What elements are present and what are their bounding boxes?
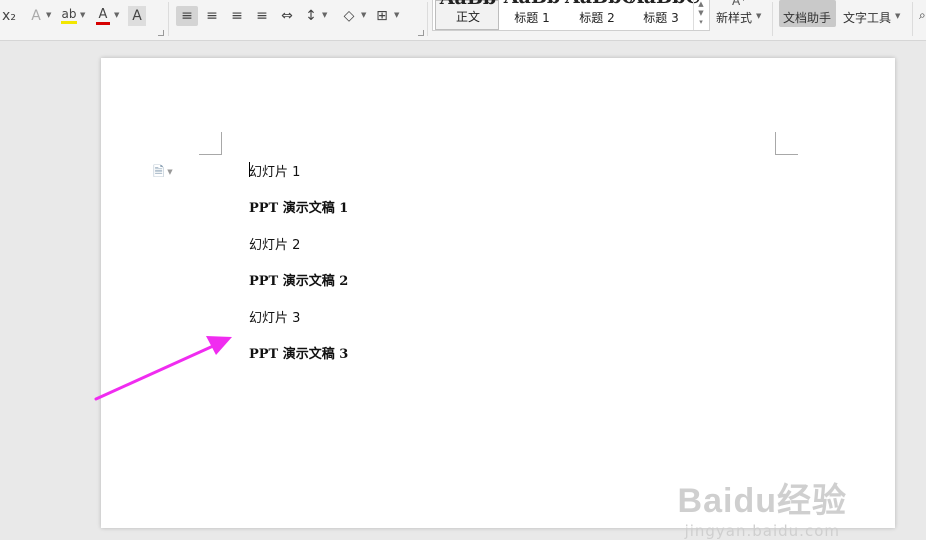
margin-corner-mark (199, 132, 222, 155)
new-style-label: 新样式 (716, 11, 753, 25)
borders-icon[interactable]: ⊞ (373, 6, 391, 26)
watermark-url: jingyan.baidu.com (684, 522, 840, 540)
distributed-align-icon[interactable]: ⇔ (277, 6, 297, 26)
doc-assistant-button[interactable]: 文档助手 (779, 0, 836, 27)
slide-content-line[interactable]: PPT 演示文稿 3 (249, 343, 348, 362)
style-label: 正文 (455, 10, 480, 24)
new-style-icon: A⁺ (732, 0, 747, 8)
style-heading-2[interactable]: AaBbC 标题 2 (565, 0, 637, 30)
align-left-icon[interactable]: ≡ (176, 6, 198, 26)
document-icon: 🗎 (153, 164, 165, 180)
justify-icon[interactable]: ≡ (252, 6, 272, 26)
slide-content-line[interactable]: PPT 演示文稿 2 (249, 270, 348, 289)
group-separator (912, 2, 913, 36)
chevron-up-icon[interactable]: ▲ (694, 0, 708, 9)
text-effects-icon[interactable]: A (28, 6, 44, 26)
chevron-down-icon[interactable]: ▼ (361, 12, 366, 19)
font-color-bar (96, 21, 110, 25)
styles-gallery: AaBb 正文 AaBb 标题 1 AaBbC 标题 2 AaBbC 标题 3 … (432, 0, 710, 31)
paragraph-group-expand-icon[interactable] (418, 30, 424, 36)
style-label: 标题 1 (514, 11, 550, 25)
line-spacing-icon[interactable]: ↕ (302, 6, 320, 26)
highlight-color-bar (61, 21, 77, 24)
slide-title-line[interactable]: 幻灯片 3 (249, 307, 300, 326)
font-group-expand-icon[interactable] (158, 30, 164, 36)
paragraph-handle[interactable]: 🗎 ▼ (153, 161, 173, 185)
watermark-logo: Baidu经验 (677, 482, 847, 520)
slide-content-line[interactable]: PPT 演示文稿 1 (249, 197, 348, 216)
align-right-icon[interactable]: ≡ (227, 6, 247, 26)
chevron-down-icon[interactable]: ▼ (694, 9, 708, 18)
group-separator (427, 2, 428, 36)
style-label: 标题 3 (643, 11, 679, 25)
slide-title-line[interactable]: 幻灯片 2 (249, 234, 300, 253)
font-color-glyph: A (98, 6, 108, 22)
chevron-down-icon: ▼ (167, 168, 173, 176)
subscript-icon[interactable]: x₂ (0, 6, 18, 26)
style-preview: AaBbC (629, 0, 701, 8)
chevron-down-icon: ▼ (756, 12, 762, 20)
group-separator (168, 2, 169, 36)
style-normal[interactable]: AaBb 正文 (435, 0, 499, 30)
chevron-down-icon[interactable]: ▼ (394, 12, 399, 19)
style-label: 标题 2 (579, 11, 615, 25)
chevron-down-icon[interactable]: ▼ (114, 12, 119, 19)
margin-corner-mark (775, 132, 798, 155)
font-color-icon[interactable]: A (95, 6, 111, 26)
char-shading-icon[interactable]: A (128, 6, 146, 26)
find-icon[interactable]: ⌕ (919, 8, 926, 22)
ribbon-toolbar: x₂ A ▼ ab ▼ A ▼ A ≡ ≡ ≡ ≡ ⇔ ↕ ▼ ◇ ▼ ⊞ ▼ … (0, 0, 926, 41)
doc-assistant-label: 文档助手 (783, 11, 832, 25)
new-style-button[interactable]: A⁺ 新样式 ▼ (714, 0, 764, 30)
group-separator (772, 2, 773, 36)
chevron-down-icon[interactable]: ▼ (80, 12, 85, 19)
chevron-down-icon[interactable]: ▼ (322, 12, 327, 19)
text-tools-label: 文字工具 (843, 11, 892, 25)
style-heading-1[interactable]: AaBb 标题 1 (500, 0, 564, 30)
gallery-more-icon[interactable]: ▾ (694, 18, 708, 27)
text-tools-button[interactable]: 文字工具 ▼ (840, 0, 906, 30)
style-preview: AaBb (500, 0, 564, 8)
align-center-icon[interactable]: ≡ (202, 6, 222, 26)
style-heading-3[interactable]: AaBbC 标题 3 (629, 0, 701, 30)
gallery-scroll-buttons[interactable]: ▲ ▼ ▾ (693, 0, 708, 30)
shading-icon[interactable]: ◇ (340, 6, 358, 26)
document-page[interactable]: 🗎 ▼ 幻灯片 1 PPT 演示文稿 1 幻灯片 2 PPT 演示文稿 2 幻灯片… (101, 58, 895, 540)
chevron-down-icon: ▼ (895, 12, 901, 20)
baidu-watermark: Baidu经验 jingyan.baidu.com (678, 473, 847, 540)
highlight-icon[interactable]: ab (60, 6, 78, 26)
highlight-glyph: ab (61, 7, 77, 21)
slide-title-line[interactable]: 幻灯片 1 (249, 161, 300, 180)
style-preview: AaBbC (565, 0, 637, 8)
chevron-down-icon[interactable]: ▼ (46, 12, 51, 19)
